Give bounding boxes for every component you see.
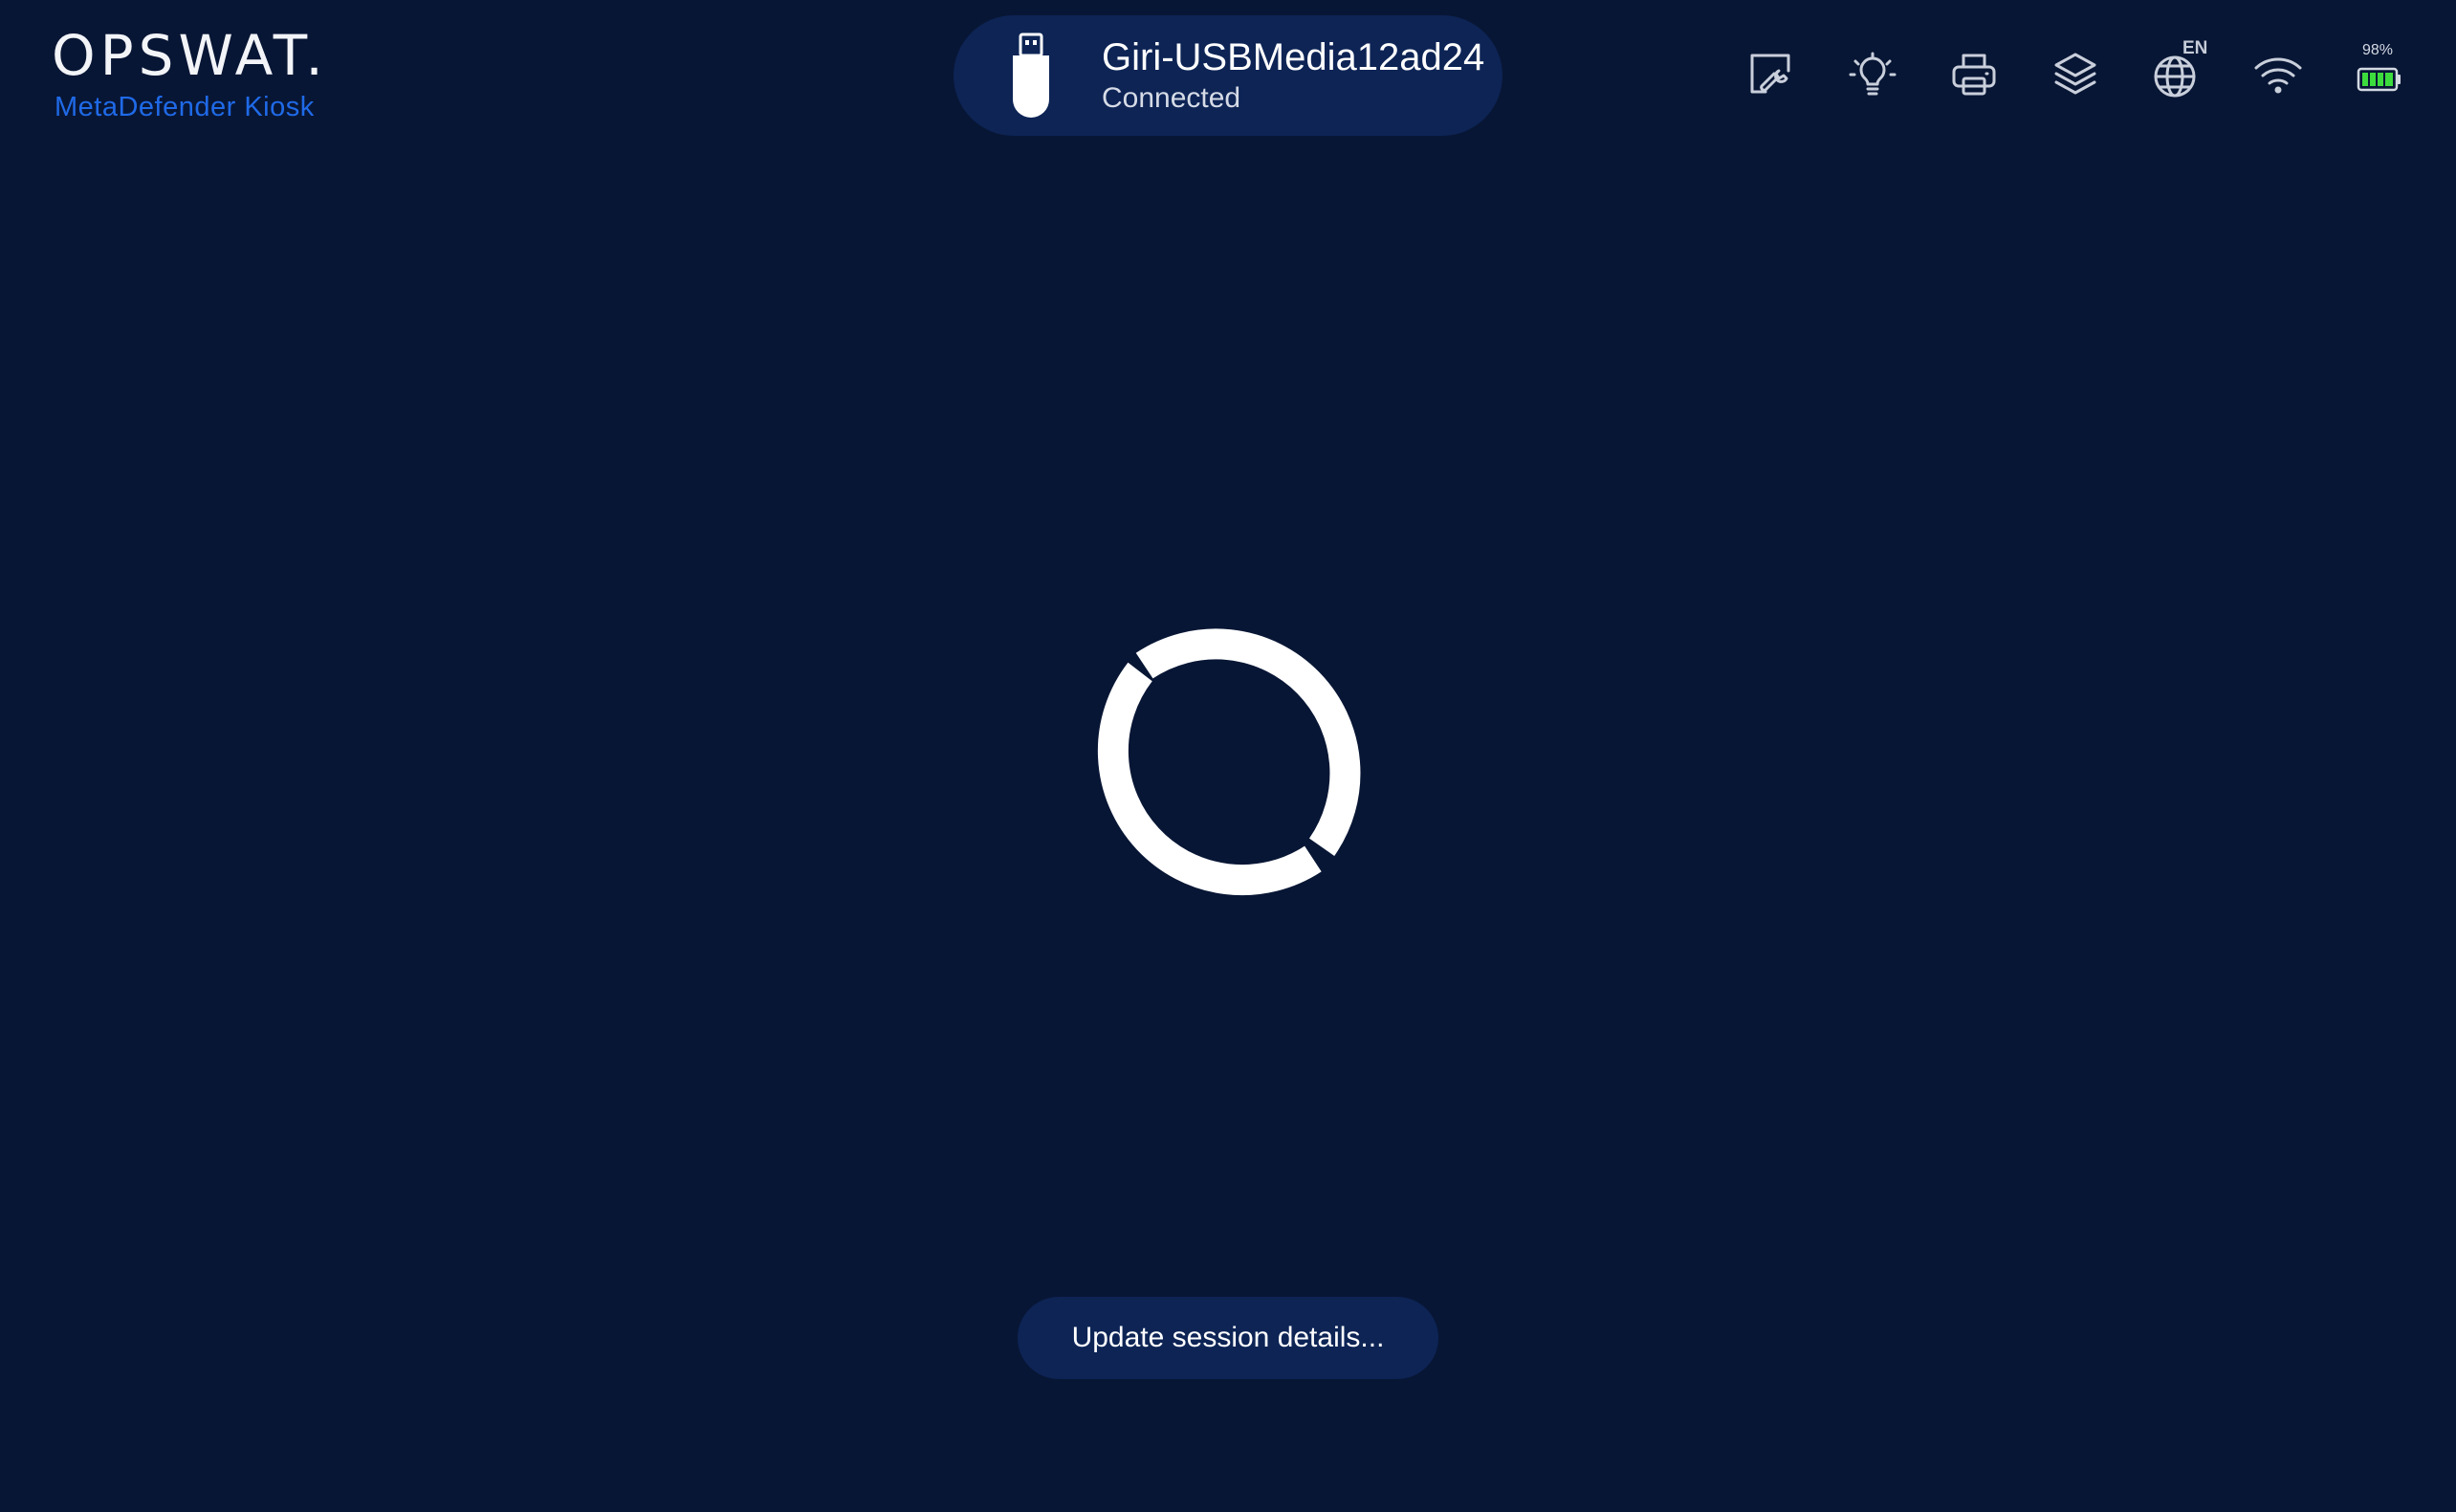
maintenance-icon [1750,54,1790,94]
light-button[interactable] [1842,44,1903,105]
opswat-logo: OPSWAT. MetaDefender Kiosk [52,25,328,123]
loading-spinner-icon [1097,628,1361,896]
device-status: Connected [1102,82,1241,114]
wifi-button[interactable] [2248,44,2309,105]
language-code: EN [2182,38,2208,58]
product-name: MetaDefender Kiosk [55,92,315,122]
battery-status: 98% [2349,42,2410,105]
maintenance-button[interactable] [1741,44,1802,105]
usb-drive-icon [1013,33,1049,118]
layers-icon [2054,53,2096,95]
logo-wordmark: OPSWAT. [52,23,328,88]
printer-icon [1952,54,1996,96]
wifi-icon [2254,57,2302,94]
lightbulb-icon [1849,52,1897,96]
battery-percent: 98% [2362,42,2394,58]
layers-button[interactable] [2045,44,2106,105]
language-button[interactable]: EN [2146,38,2207,105]
status-message: Update session details... [1018,1297,1438,1379]
device-name: Giri-USBMedia12ad24 [1102,36,1485,78]
connected-device-pill[interactable]: Giri-USBMedia12ad24 Connected [954,15,1502,136]
print-button[interactable] [1943,44,2005,105]
